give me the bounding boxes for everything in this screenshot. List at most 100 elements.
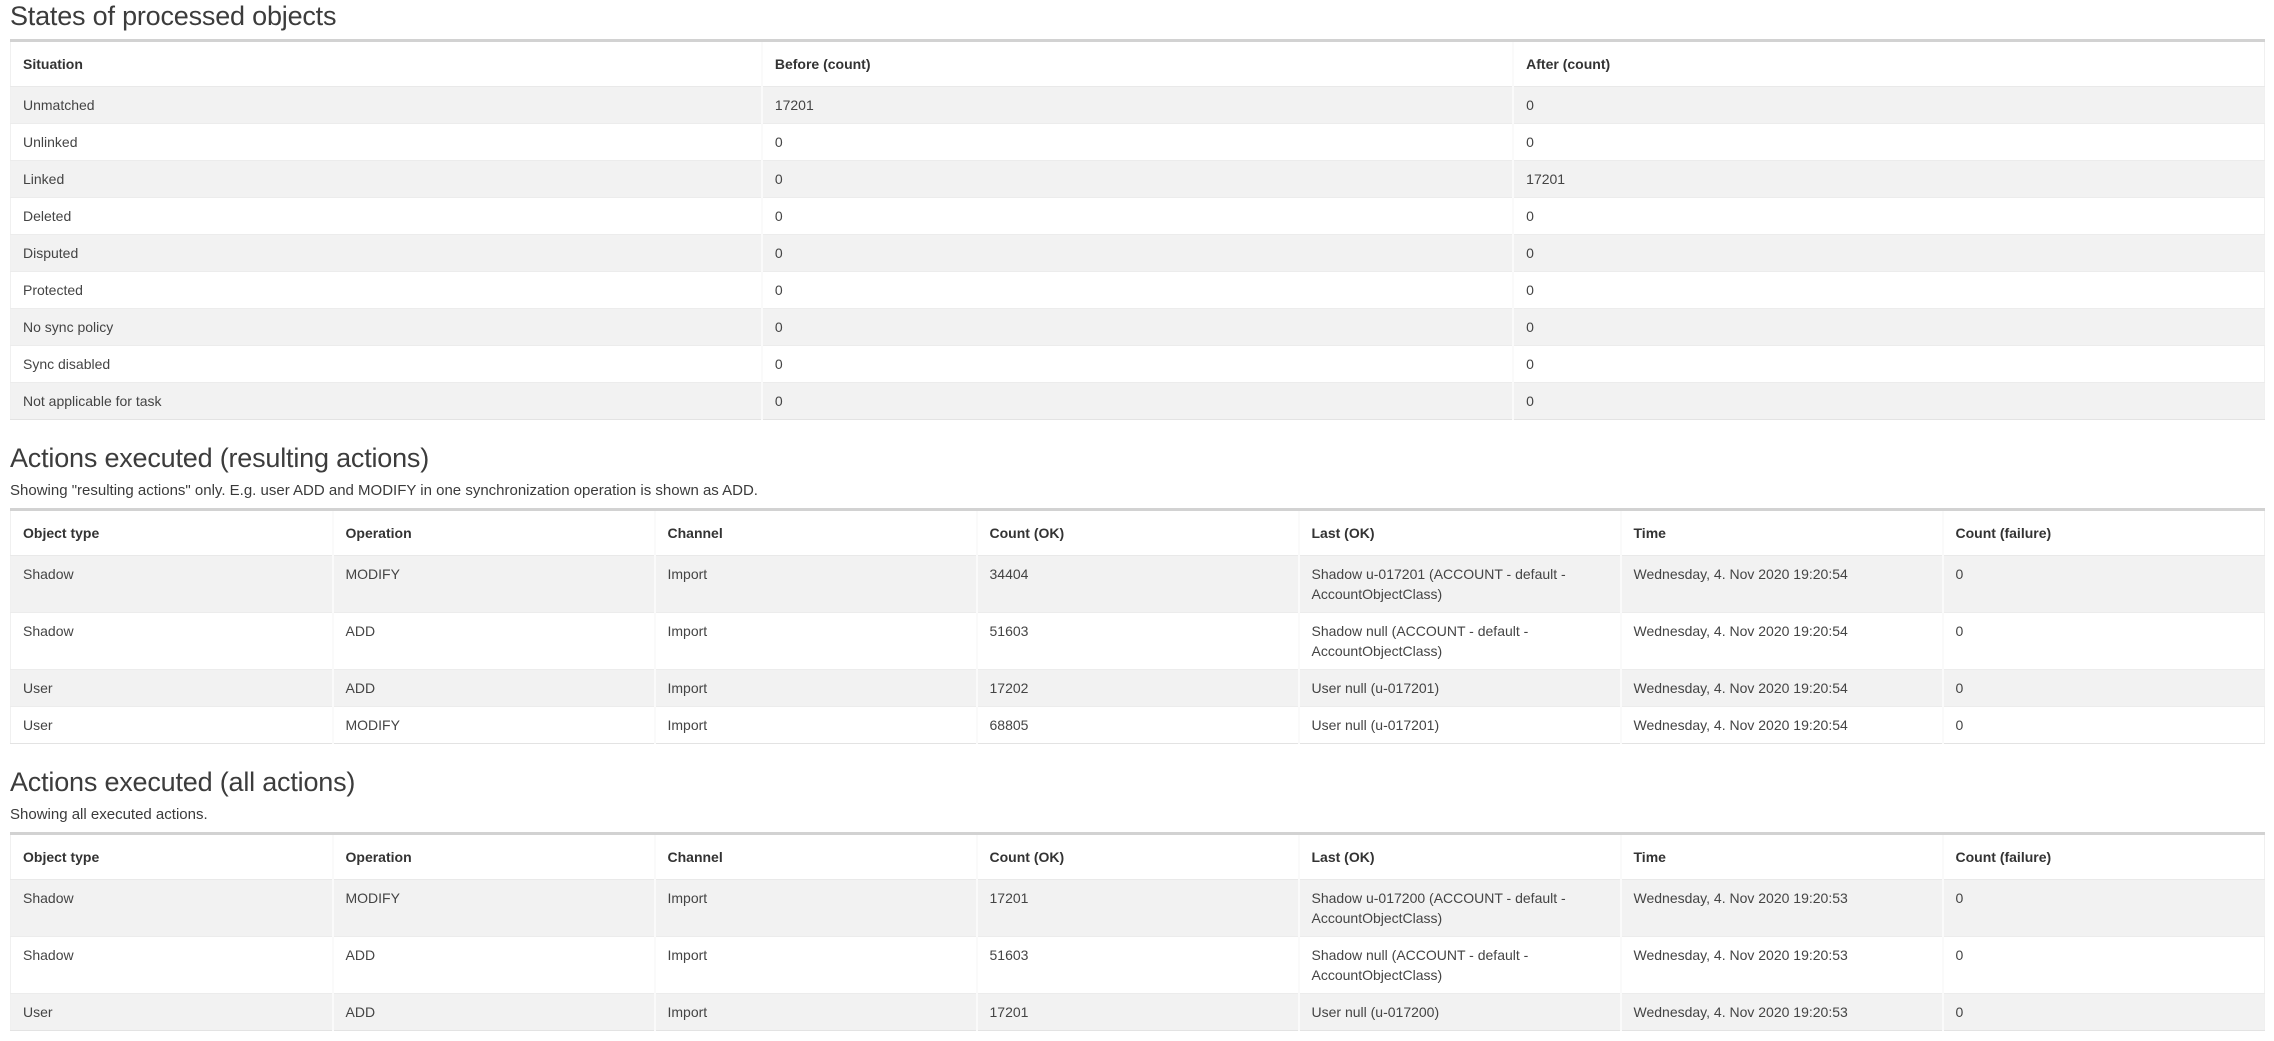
table-cell: User [11,707,333,744]
table-cell: 0 [1513,309,2264,346]
header-row: SituationBefore (count)After (count) [11,41,2265,87]
table-row: UserADDImport17201User null (u-017200)We… [11,994,2265,1031]
table-row: Protected00 [11,272,2265,309]
table-row: ShadowMODIFYImport34404Shadow u-017201 (… [11,556,2265,613]
table-cell: Wednesday, 4. Nov 2020 19:20:53 [1621,880,1943,937]
column-header: Situation [11,41,762,87]
table-cell: 0 [762,346,1513,383]
table-cell: Shadow [11,613,333,670]
table-cell: MODIFY [333,707,655,744]
table-cell: Wednesday, 4. Nov 2020 19:20:53 [1621,994,1943,1031]
table-cell: Import [655,556,977,613]
table-cell: 68805 [977,707,1299,744]
section-title: States of processed objects [10,0,2265,32]
table-row: Deleted00 [11,198,2265,235]
states-of-processed-objects-table: SituationBefore (count)After (count)Unma… [10,39,2265,420]
table-cell: 0 [762,235,1513,272]
table-cell: User null (u-017201) [1299,707,1621,744]
table-cell: Protected [11,272,762,309]
table-cell: User [11,670,333,707]
table-cell: 0 [762,161,1513,198]
table-cell: Import [655,613,977,670]
table-cell: MODIFY [333,556,655,613]
table-cell: 51603 [977,937,1299,994]
table-cell: 0 [1513,383,2264,420]
table-cell: 51603 [977,613,1299,670]
table-cell: Wednesday, 4. Nov 2020 19:20:53 [1621,937,1943,994]
column-header: Time [1621,510,1943,556]
table-cell: 17201 [977,880,1299,937]
table-cell: 0 [1513,235,2264,272]
table-cell: Wednesday, 4. Nov 2020 19:20:54 [1621,556,1943,613]
table-cell: 17201 [1513,161,2264,198]
table-cell: Shadow [11,937,333,994]
table-cell: 0 [1513,124,2264,161]
table-cell: No sync policy [11,309,762,346]
table-cell: Shadow u-017200 (ACCOUNT - default - Acc… [1299,880,1621,937]
table-row: Not applicable for task00 [11,383,2265,420]
column-header: Channel [655,834,977,880]
all-actions-table: Object typeOperationChannelCount (OK)Las… [10,832,2265,1031]
table-row: ShadowADDImport51603Shadow null (ACCOUNT… [11,613,2265,670]
table-cell: Wednesday, 4. Nov 2020 19:20:54 [1621,670,1943,707]
section-subtitle: Showing all executed actions. [10,805,2265,824]
table-cell: Shadow u-017201 (ACCOUNT - default - Acc… [1299,556,1621,613]
table-cell: Unlinked [11,124,762,161]
table-cell: 0 [1943,880,2265,937]
table-cell: User null (u-017200) [1299,994,1621,1031]
table-cell: Not applicable for task [11,383,762,420]
table-cell: Unmatched [11,87,762,124]
table-row: ShadowADDImport51603Shadow null (ACCOUNT… [11,937,2265,994]
column-header: Object type [11,834,333,880]
column-header: Operation [333,510,655,556]
table-cell: Import [655,880,977,937]
table-cell: 0 [762,309,1513,346]
table-cell: 0 [1513,198,2264,235]
table-cell: Import [655,937,977,994]
table-row: Unlinked00 [11,124,2265,161]
table-cell: Deleted [11,198,762,235]
column-header: Object type [11,510,333,556]
column-header: After (count) [1513,41,2264,87]
task-results-page: States of processed objects SituationBef… [0,0,2274,1041]
table-row: No sync policy00 [11,309,2265,346]
table-row: UserADDImport17202User null (u-017201)We… [11,670,2265,707]
column-header: Channel [655,510,977,556]
column-header: Count (failure) [1943,834,2265,880]
table-cell: ADD [333,613,655,670]
section-subtitle: Showing "resulting actions" only. E.g. u… [10,481,2265,500]
table-cell: Wednesday, 4. Nov 2020 19:20:54 [1621,707,1943,744]
table-cell: 0 [1943,994,2265,1031]
table-cell: 0 [1943,613,2265,670]
table-row: UserMODIFYImport68805User null (u-017201… [11,707,2265,744]
table-cell: ADD [333,994,655,1031]
section-title: Actions executed (all actions) [10,766,2265,798]
column-header: Count (OK) [977,834,1299,880]
table-cell: User [11,994,333,1031]
column-header: Operation [333,834,655,880]
table-cell: Shadow null (ACCOUNT - default - Account… [1299,937,1621,994]
table-cell: Linked [11,161,762,198]
table-cell: Sync disabled [11,346,762,383]
section-states-of-processed-objects: States of processed objects SituationBef… [10,0,2265,420]
table-cell: Shadow [11,880,333,937]
table-cell: User null (u-017201) [1299,670,1621,707]
table-cell: 0 [1513,346,2264,383]
table-cell: Shadow null (ACCOUNT - default - Account… [1299,613,1621,670]
table-cell: 17202 [977,670,1299,707]
table-cell: 0 [1513,272,2264,309]
column-header: Count (failure) [1943,510,2265,556]
table-row: Sync disabled00 [11,346,2265,383]
column-header: Last (OK) [1299,510,1621,556]
table-cell: 34404 [977,556,1299,613]
section-actions-executed-resulting: Actions executed (resulting actions) Sho… [10,442,2265,744]
table-row: Unmatched172010 [11,87,2265,124]
table-cell: 0 [762,383,1513,420]
header-row: Object typeOperationChannelCount (OK)Las… [11,834,2265,880]
column-header: Last (OK) [1299,834,1621,880]
table-cell: MODIFY [333,880,655,937]
table-cell: Wednesday, 4. Nov 2020 19:20:54 [1621,613,1943,670]
table-cell: 0 [1513,87,2264,124]
table-cell: Disputed [11,235,762,272]
table-cell: 0 [1943,670,2265,707]
